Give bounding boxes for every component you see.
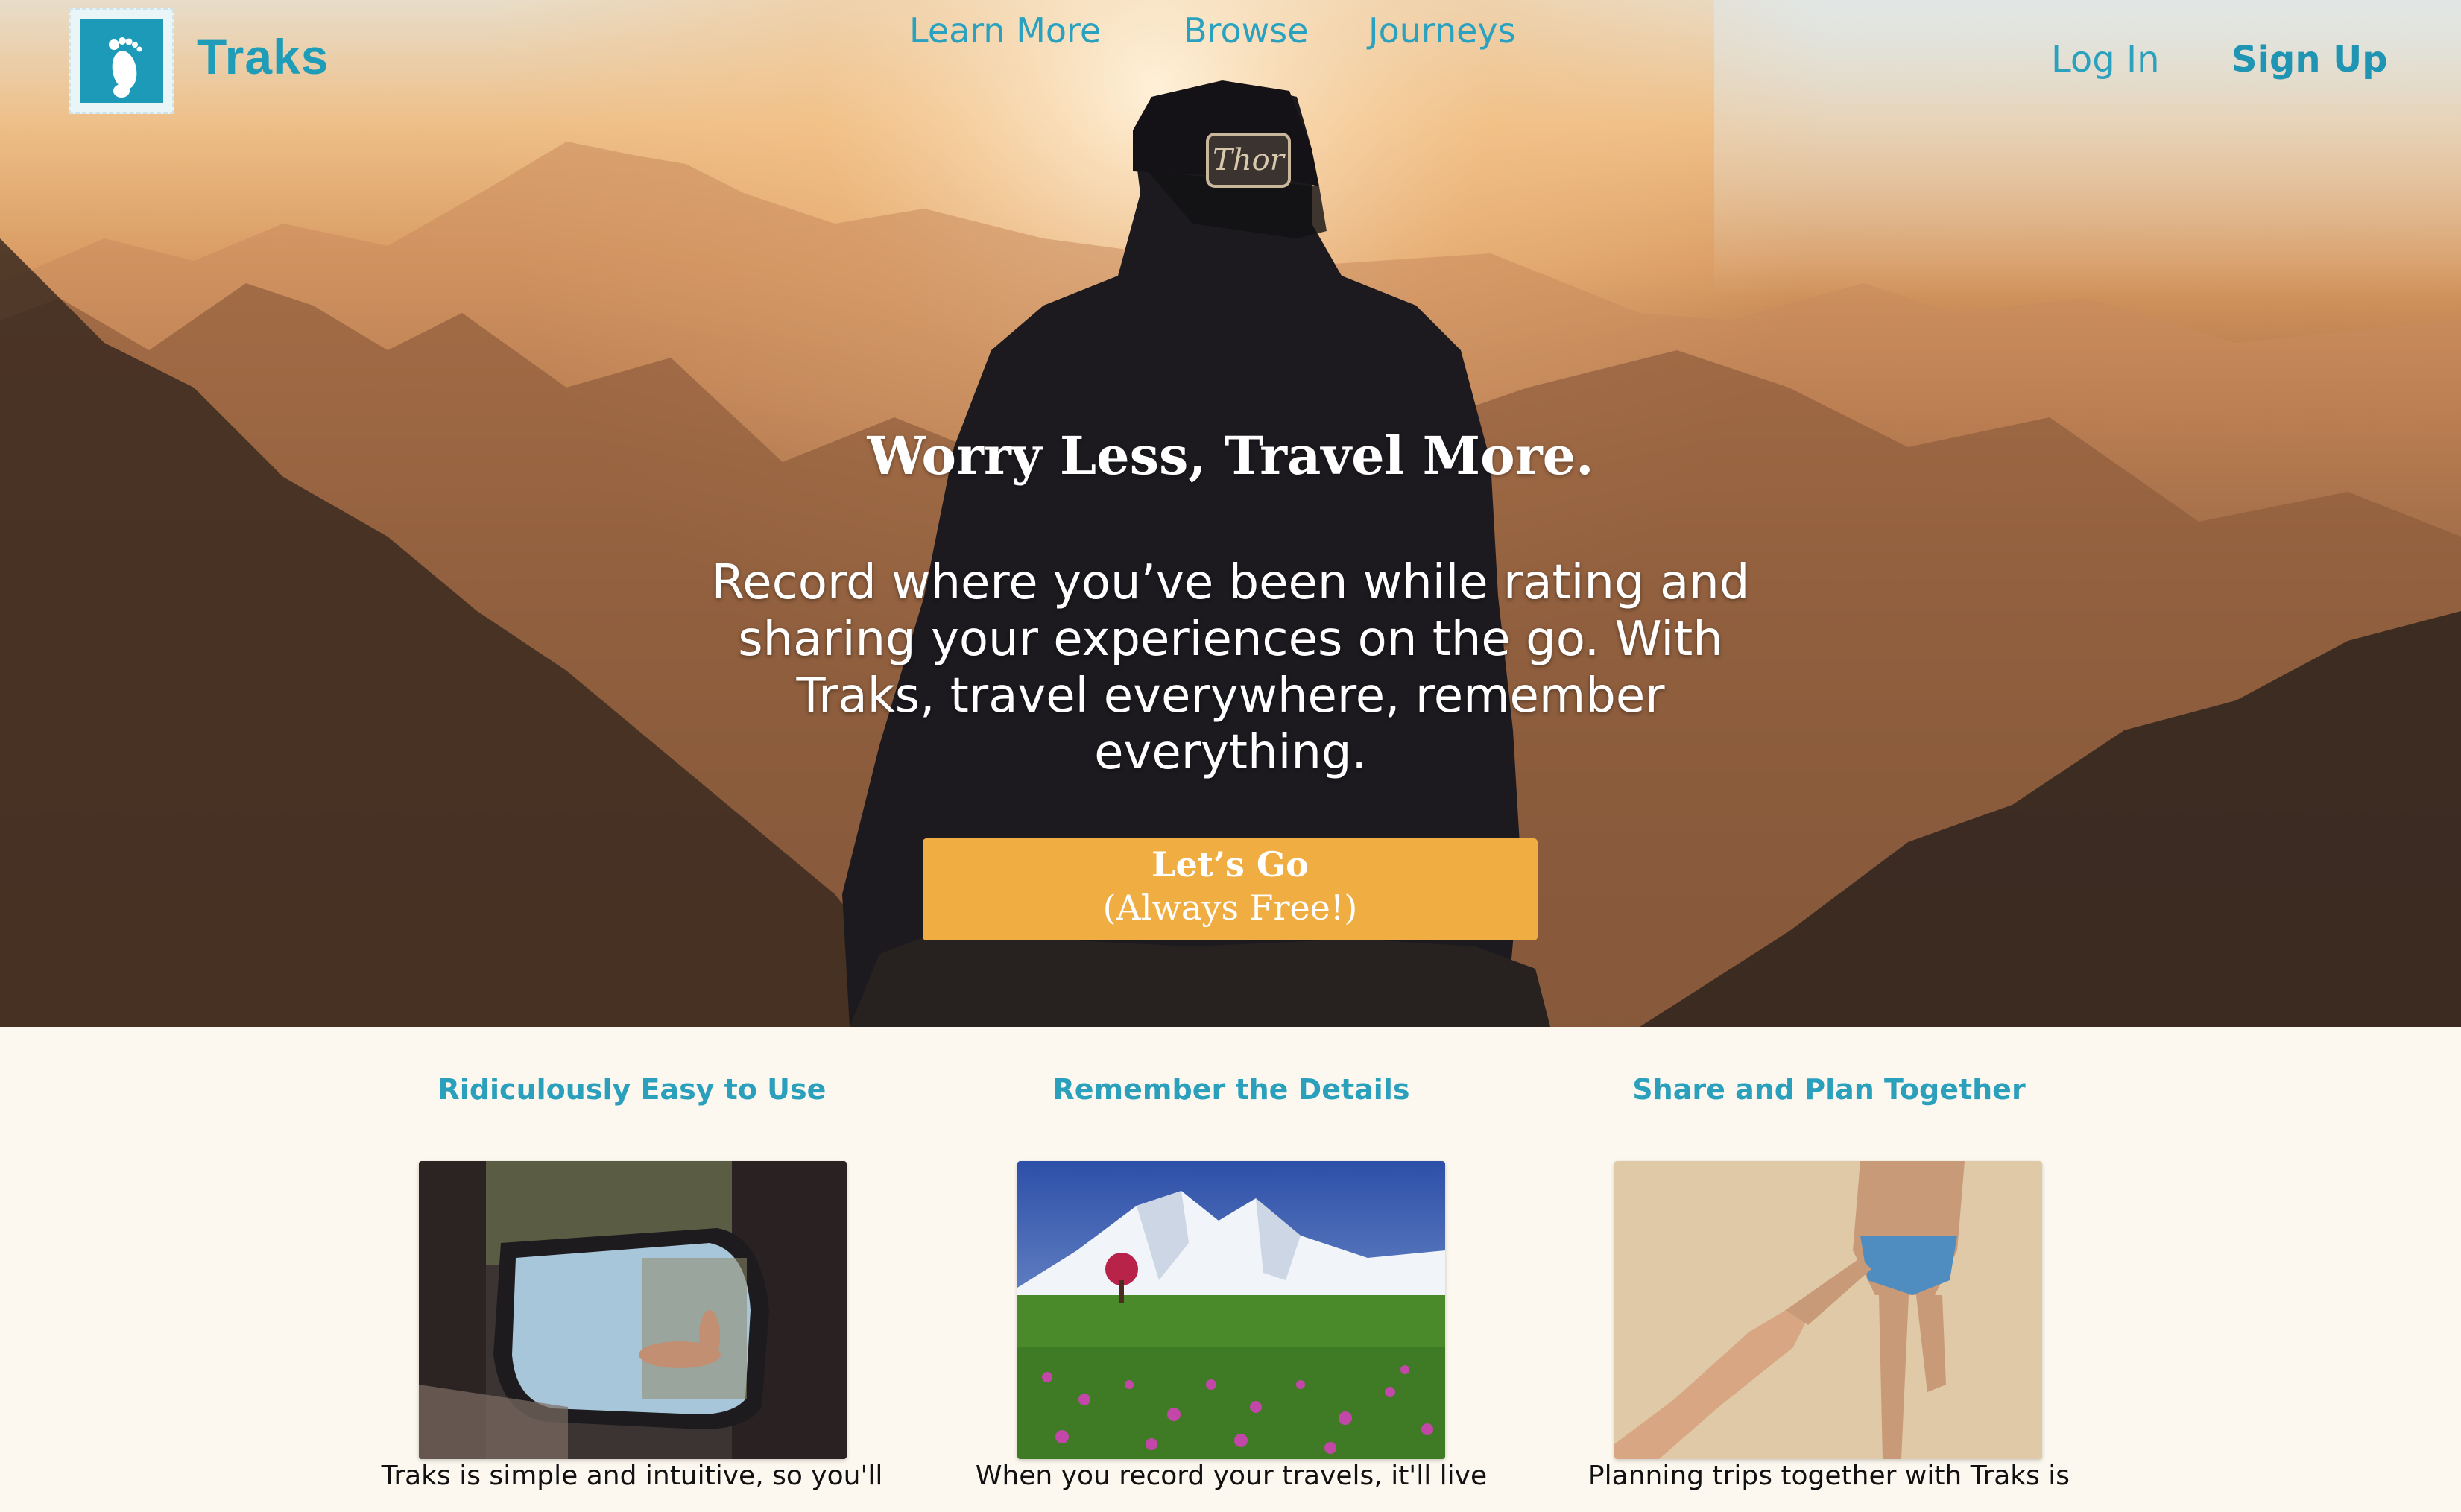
cta-sublabel: (Always Free!) <box>1102 888 1358 928</box>
mountain-meadow-photo <box>1017 1161 1445 1459</box>
feature-text: Planning trips together with Traks is <box>1588 1461 2070 1491</box>
signup-link[interactable]: Sign Up <box>2231 39 2388 80</box>
feature-remember-details: Remember the Details When you record you… <box>926 1073 1537 1491</box>
footprint-icon <box>80 19 163 103</box>
feature-title: Share and Plan Together <box>1632 1073 2026 1106</box>
login-link[interactable]: Log In <box>2051 39 2160 80</box>
nav-learn-more[interactable]: Learn More <box>909 10 1101 51</box>
nav-browse[interactable]: Browse <box>1184 10 1309 51</box>
feature-text: When you record your travels, it'll live <box>975 1461 1488 1491</box>
nav-journeys[interactable]: Journeys <box>1368 10 1516 51</box>
brand-logo[interactable] <box>69 8 174 114</box>
lets-go-button[interactable]: Let’s Go (Always Free!) <box>923 838 1538 940</box>
feature-easy-to-use: Ridiculously Easy to Use Traks is simple… <box>326 1073 938 1491</box>
svg-text:Thor: Thor <box>1213 143 1286 177</box>
cta-label: Let’s Go <box>1151 844 1309 885</box>
beach-hands-photo <box>1614 1161 2042 1459</box>
feature-share-plan: Share and Plan Together Planning trips t… <box>1523 1073 2135 1491</box>
car-mirror-photo <box>419 1161 847 1459</box>
feature-title: Remember the Details <box>1052 1073 1410 1106</box>
hero-headline: Worry Less, Travel More. <box>867 425 1594 487</box>
feature-text: Traks is simple and intuitive, so you'll <box>381 1461 883 1491</box>
feature-title: Ridiculously Easy to Use <box>437 1073 827 1106</box>
hero-subtext: Record where you’ve been while rating an… <box>711 555 1750 780</box>
brand-name[interactable]: Traks <box>197 28 329 85</box>
